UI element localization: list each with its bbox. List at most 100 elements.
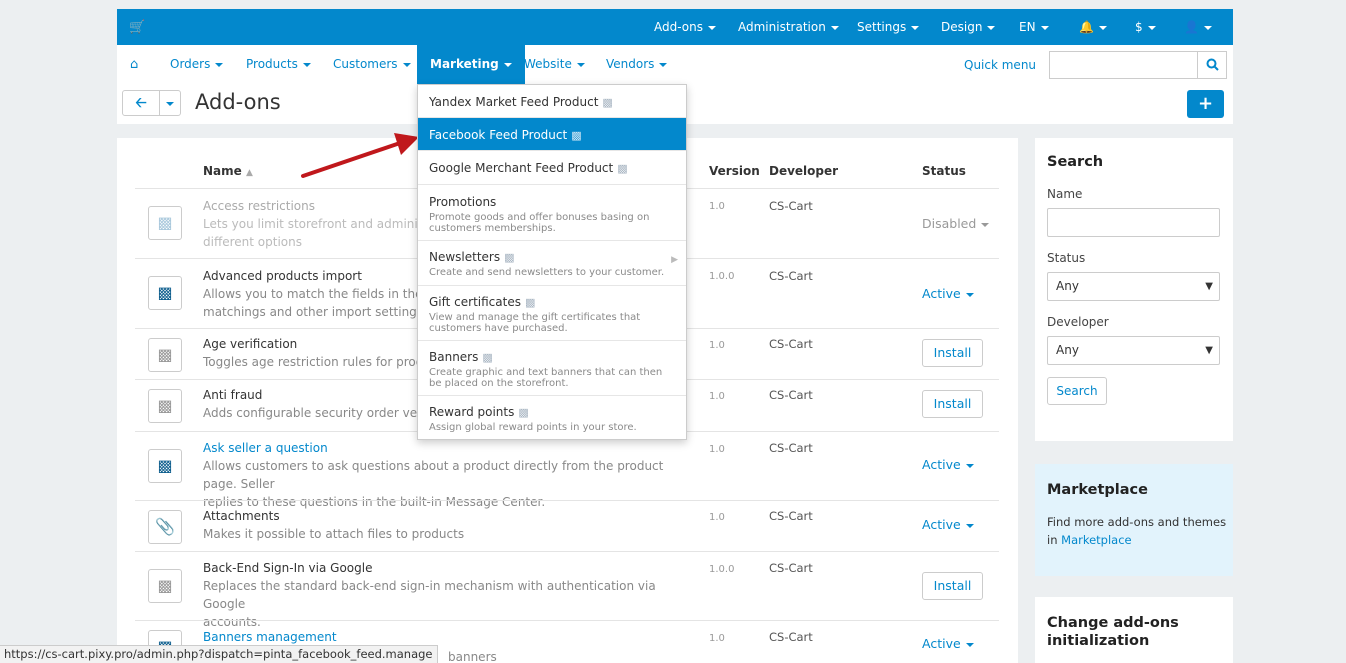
home-icon[interactable]: ⌂ <box>130 45 138 84</box>
init-panel: Change add-ons initialization <box>1035 597 1233 663</box>
topnav-notifications[interactable]: 🔔 <box>1079 20 1107 34</box>
addon-developer: CS-Cart <box>769 441 813 455</box>
menu-item-google-feed[interactable]: Google Merchant Feed Product ▩ <box>418 151 686 185</box>
puzzle-icon: ▩ <box>148 276 182 310</box>
nav-products[interactable]: Products <box>246 45 311 84</box>
addon-name-link[interactable]: Banners management <box>203 630 337 644</box>
topnav-currency[interactable]: $ <box>1135 20 1156 34</box>
puzzle-icon: ▩ <box>148 569 182 603</box>
status-dropdown[interactable]: Active <box>922 517 974 532</box>
status-label: Status <box>1047 251 1086 265</box>
table-row: ▩ Ask seller a question Allows customers… <box>135 431 999 509</box>
col-developer-header: Developer <box>769 164 839 178</box>
addon-version: 1.0.0 <box>709 271 735 282</box>
menu-item-gift-certificates[interactable]: Gift certificates ▩ View and manage the g… <box>418 286 686 341</box>
col-version-header: Version <box>709 164 760 178</box>
topnav-settings[interactable]: Settings <box>857 20 920 34</box>
marketplace-link[interactable]: Marketplace <box>1061 533 1131 547</box>
status-dropdown[interactable]: Disabled <box>922 216 990 231</box>
menu-item-facebook-feed[interactable]: Facebook Feed Product ▩ <box>418 118 686 151</box>
top-bar: 🛒 Add-ons Administration Settings Design… <box>117 9 1233 45</box>
search-button[interactable] <box>1197 52 1226 78</box>
install-button[interactable]: Install <box>922 572 983 600</box>
addon-developer: CS-Cart <box>769 630 813 644</box>
menu-item-newsletters[interactable]: Newsletters ▩ Create and send newsletters… <box>418 241 686 286</box>
addon-name: Access restrictions <box>203 199 316 213</box>
marketplace-panel: Marketplace Find more add-ons and themes… <box>1035 464 1233 576</box>
topnav-user[interactable]: 👤 <box>1184 20 1212 34</box>
search-input[interactable] <box>1049 51 1227 79</box>
search-panel: Search Name Status Any ▼ Developer Any ▼ S… <box>1035 138 1233 441</box>
quick-menu-link[interactable]: Quick menu <box>964 58 1036 72</box>
status-dropdown[interactable]: Active <box>922 457 974 472</box>
name-label: Name <box>1047 187 1083 201</box>
addon-name: Back-End Sign-In via Google <box>203 561 373 575</box>
paperclip-icon: 📎 <box>148 510 182 544</box>
main-nav: ⌂ Orders Products Customers Marketing We… <box>117 45 1233 84</box>
marketing-dropdown-menu: Yandex Market Feed Product ▩ Facebook Fee… <box>417 84 687 440</box>
addon-name-link[interactable]: Ask seller a question <box>203 441 328 455</box>
addon-version: 1.0 <box>709 444 725 455</box>
user-icon: 👤 <box>1184 20 1199 34</box>
puzzle-icon: ▩ <box>504 251 515 264</box>
nav-website[interactable]: Website <box>524 45 585 84</box>
table-row: ▩ Back-End Sign-In via Google Replaces t… <box>135 551 999 629</box>
addon-name: Age verification <box>203 337 298 351</box>
name-field[interactable] <box>1047 208 1220 237</box>
menu-item-banners[interactable]: Banners ▩ Create graphic and text banners… <box>418 341 686 396</box>
bell-icon: 🔔 <box>1079 20 1094 34</box>
annotation-arrow <box>301 133 419 178</box>
puzzle-icon: ▩ <box>524 296 536 309</box>
addon-developer: CS-Cart <box>769 337 813 351</box>
nav-marketing[interactable]: Marketing <box>417 45 525 84</box>
addon-version: 1.0 <box>709 201 725 212</box>
status-select[interactable]: Any ▼ <box>1047 272 1220 301</box>
init-panel-title: Change add-ons initialization <box>1047 615 1179 649</box>
nav-customers[interactable]: Customers <box>333 45 411 84</box>
marketplace-title: Marketplace <box>1047 482 1148 498</box>
back-button[interactable]: 🡠 <box>122 90 160 116</box>
marketplace-text: Find more add-ons and themes in Marketpl… <box>1047 515 1227 547</box>
add-addon-button[interactable]: + <box>1187 90 1224 118</box>
nav-orders[interactable]: Orders <box>170 45 224 84</box>
chevron-down-icon: ▼ <box>1205 281 1213 292</box>
addon-version: 1.0.0 <box>709 564 735 575</box>
menu-item-promotions[interactable]: Promotions Promote goods and offer bonus… <box>418 185 686 241</box>
page-title: Add-ons <box>195 90 281 114</box>
topnav-design[interactable]: Design <box>941 20 996 34</box>
search-panel-title: Search <box>1047 154 1104 170</box>
install-button[interactable]: Install <box>922 339 983 367</box>
col-name-header[interactable]: Name ▲ <box>203 164 253 178</box>
developer-label: Developer <box>1047 315 1109 329</box>
col-status-header: Status <box>922 164 966 178</box>
addon-desc: Makes it possible to attach files to pro… <box>203 527 465 541</box>
search-submit-button[interactable]: Search <box>1047 377 1107 405</box>
arrow-left-icon: 🡠 <box>135 95 147 111</box>
puzzle-icon: ▩ <box>482 351 493 364</box>
menu-item-yandex-feed[interactable]: Yandex Market Feed Product ▩ <box>418 85 686 118</box>
back-dropdown-button[interactable] <box>159 90 181 116</box>
search-icon <box>1206 58 1219 71</box>
addon-developer: CS-Cart <box>769 561 813 575</box>
puzzle-icon: ▩ <box>518 406 529 419</box>
topnav-addons[interactable]: Add-ons <box>654 20 716 34</box>
addon-developer: CS-Cart <box>769 269 813 283</box>
table-row: 📎 Attachments Makes it possible to attac… <box>135 500 999 551</box>
puzzle-icon: ▩ <box>148 389 182 423</box>
topnav-administration[interactable]: Administration <box>738 20 839 34</box>
topnav-language[interactable]: EN <box>1019 20 1049 34</box>
status-dropdown[interactable]: Active <box>922 636 974 651</box>
menu-item-reward-points[interactable]: Reward points ▩ Assign global reward poin… <box>418 396 686 440</box>
addon-name: Anti fraud <box>203 388 263 402</box>
status-dropdown[interactable]: Active <box>922 286 974 301</box>
cart-icon[interactable]: 🛒 <box>129 20 145 35</box>
puzzle-icon: ▩ <box>148 338 182 372</box>
addon-version: 1.0 <box>709 340 725 351</box>
puzzle-icon: ▩ <box>617 162 628 175</box>
addon-name: Advanced products import <box>203 269 362 283</box>
addon-desc: banners <box>448 650 497 663</box>
nav-vendors[interactable]: Vendors <box>606 45 668 84</box>
install-button[interactable]: Install <box>922 390 983 418</box>
browser-status-url: https://cs-cart.pixy.pro/admin.php?dispa… <box>0 645 438 663</box>
developer-select[interactable]: Any ▼ <box>1047 336 1220 365</box>
